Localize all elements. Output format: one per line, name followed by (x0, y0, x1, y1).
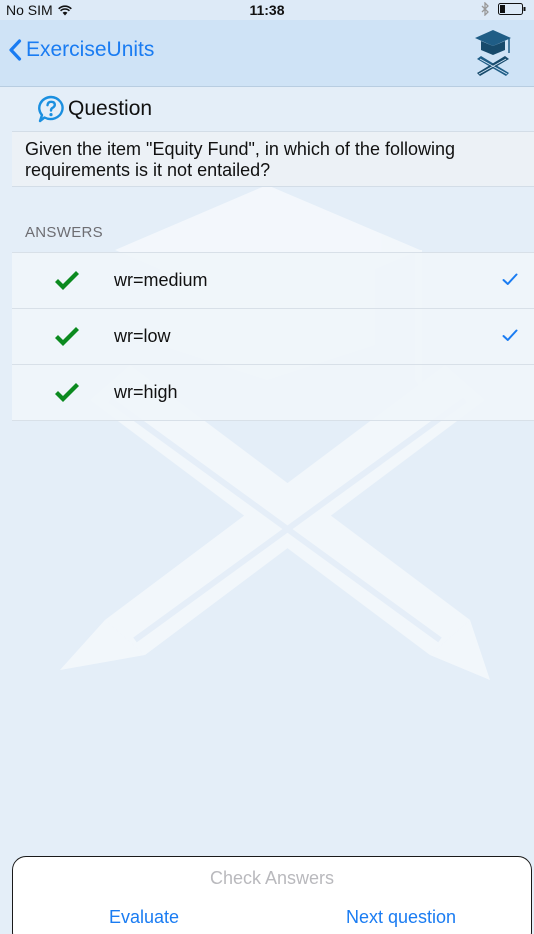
answers-list: wr=medium wr=low wr=high (12, 252, 534, 421)
next-question-button[interactable]: Next question (346, 907, 456, 928)
bluetooth-icon (481, 2, 489, 16)
answer-label: wr=low (114, 326, 171, 346)
correct-check-icon (55, 271, 79, 290)
answer-row-medium[interactable]: wr=medium (12, 253, 534, 309)
graduation-cap-pencils-icon[interactable] (474, 28, 512, 78)
evaluate-button[interactable]: Evaluate (109, 907, 179, 928)
question-title: Question (68, 97, 153, 120)
status-right (481, 2, 526, 16)
question-text-box: Given the item "Equity Fund", in which o… (12, 131, 534, 187)
selected-checkmark-icon (502, 273, 518, 285)
question-mark-icon (37, 95, 65, 123)
navigation-bar: ExerciseUnits (0, 20, 534, 87)
status-bar: No SIM 11:38 (0, 0, 534, 20)
answer-label: wr=high (114, 382, 178, 402)
correct-check-icon (55, 383, 79, 402)
answers-section-header: ANSWERS (25, 224, 103, 241)
question-text: Given the item "Equity Fund", in which o… (25, 139, 455, 180)
app-screen: No SIM 11:38 ExerciseUnits Question Give… (0, 0, 534, 934)
battery-icon (498, 3, 526, 15)
back-button[interactable]: ExerciseUnits (8, 38, 154, 62)
check-answers-button[interactable]: Check Answers (13, 868, 531, 889)
answer-row-low[interactable]: wr=low (12, 309, 534, 365)
correct-check-icon (55, 327, 79, 346)
back-button-label: ExerciseUnits (26, 38, 155, 61)
answer-label: wr=medium (114, 270, 208, 290)
answer-row-high[interactable]: wr=high (12, 365, 534, 421)
question-header: Question (0, 88, 534, 130)
status-time: 11:38 (249, 2, 285, 18)
selected-checkmark-icon (502, 329, 518, 341)
action-panel: Check Answers Evaluate Next question (12, 856, 532, 934)
chevron-left-icon (9, 39, 22, 61)
